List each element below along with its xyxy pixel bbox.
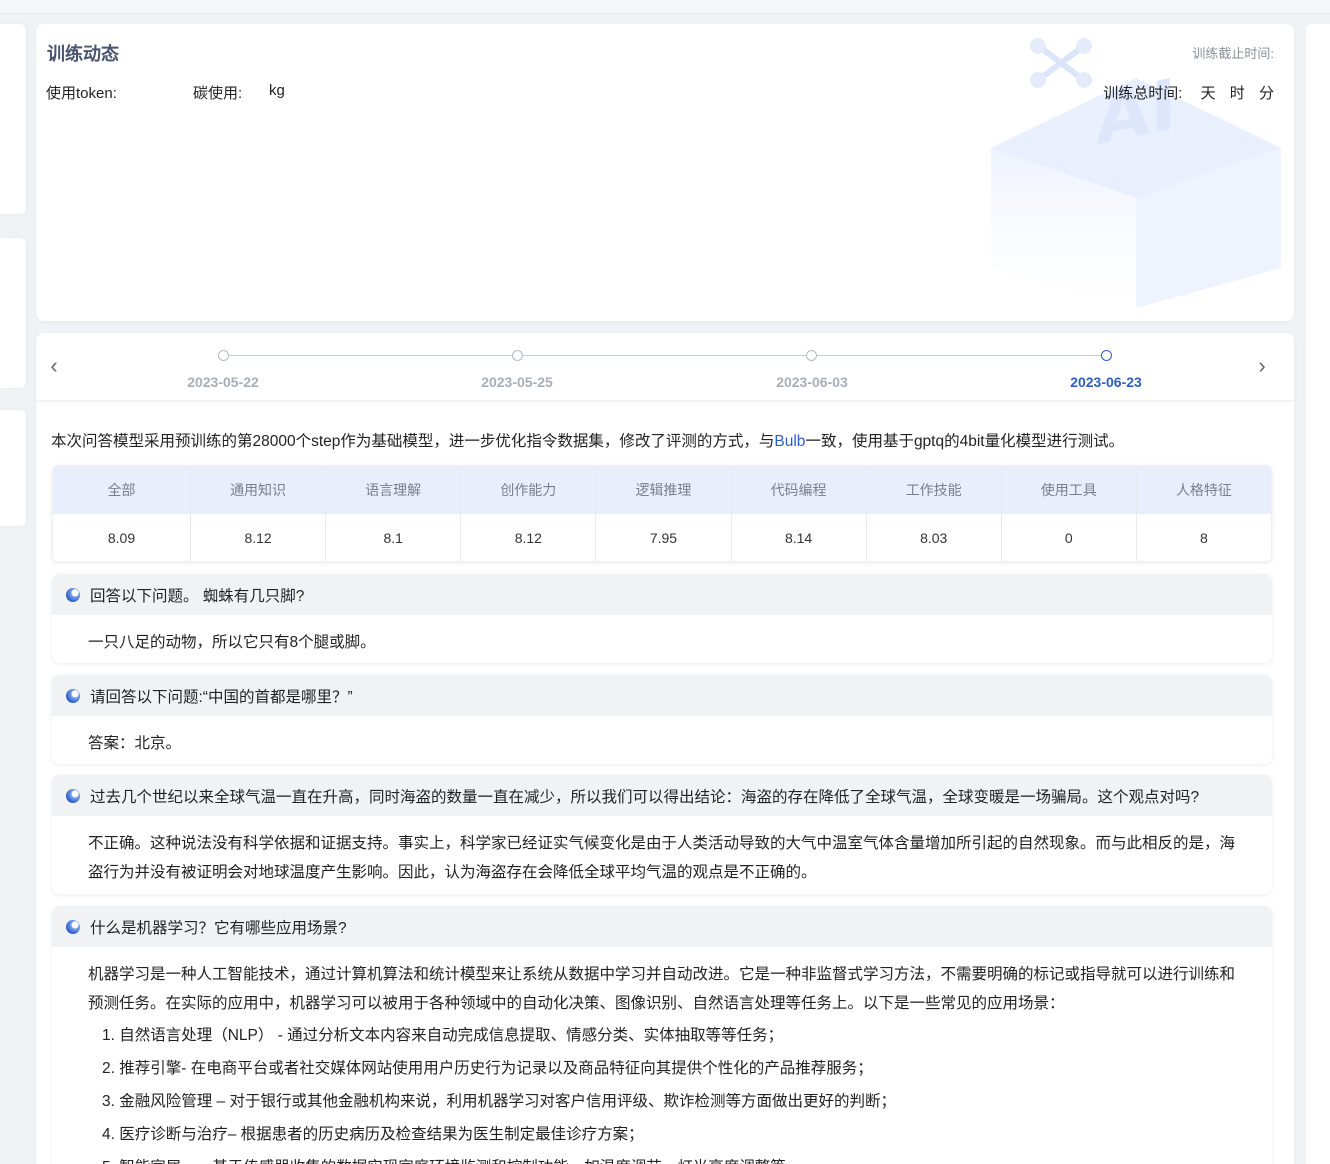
- score-value: 8.12: [461, 514, 597, 561]
- qa-item: 过去几个世纪以来全球气温一直在升高，同时海盗的数量一直在减少，所以我们可以得出结…: [52, 775, 1272, 894]
- list-item: 1. 自然语言处理（NLP） - 通过分析文本内容来自动完成信息提取、情感分类、…: [102, 1027, 784, 1044]
- qa-question: 过去几个世纪以来全球气温一直在升高，同时海盗的数量一直在减少，所以我们可以得出结…: [52, 775, 1272, 816]
- timeline-node[interactable]: [806, 350, 817, 361]
- chevron-right-icon[interactable]: ›: [1252, 353, 1272, 379]
- score-header: 逻辑推理: [596, 466, 732, 514]
- answer-text: 机器学习是一种人工智能技术，通过计算机算法和统计模型来让系统从数据中学习并自动改…: [88, 966, 1236, 1012]
- list-item: 3. 金融风险管理 – 对于银行或其他金融机构来说，利用机器学习对客户信用评级、…: [102, 1093, 896, 1110]
- score-header: 通用知识: [191, 466, 327, 514]
- score-value: 8: [1200, 530, 1208, 546]
- minute-unit: 分: [1258, 85, 1274, 102]
- score-header: 代码编程: [732, 466, 867, 514]
- score-value: 8.1: [326, 514, 462, 561]
- qa-answer: 机器学习是一种人工智能技术，通过计算机算法和统计模型来让系统从数据中学习并自动改…: [52, 947, 1272, 1164]
- qa-answer: 不正确。这种说法没有科学依据和证据支持。事实上，科学家已经证实气候变化是由于人类…: [88, 835, 1236, 881]
- token-usage-label: 使用token:: [46, 85, 117, 102]
- training-deadline-label: 训练截止时间:: [1192, 46, 1274, 61]
- hour-unit: 时: [1229, 85, 1245, 102]
- score-value: 8.14: [732, 514, 867, 561]
- timeline-node[interactable]: [512, 350, 523, 361]
- question-text: 过去几个世纪以来全球气温一直在升高，同时海盗的数量一直在减少，所以我们可以得出结…: [90, 788, 1200, 806]
- timeline-track: [223, 355, 1106, 356]
- right-sidebar-edge: [1306, 24, 1330, 1164]
- total-time-label: 训练总时间:: [1103, 85, 1183, 102]
- training-dynamics-card: AI 训练动态 训练截止时间: 使用token: 碳使用: kg 训练总时间: …: [36, 24, 1294, 321]
- score-table: 全部 通用知识 语言理解 创作能力 逻辑推理 代码编程 工作技能 使用工具 人格…: [52, 465, 1272, 562]
- list-item: 4. 医疗诊断与治疗– 根据患者的历史病历及检查结果为医生制定最佳诊疗方案；: [102, 1126, 644, 1143]
- qa-question: 什么是机器学习？它有哪些应用场景?: [52, 906, 1272, 947]
- evaluation-card: ‹ 2023-05-22 2023-05-25 2023-06-03 2023-…: [36, 333, 1294, 1164]
- left-sidebar-edge: [0, 24, 26, 1164]
- qa-question: 回答以下问题。 蜘蛛有几只脚?: [52, 574, 1272, 615]
- timeline-date-active[interactable]: 2023-06-23: [1036, 374, 1176, 390]
- chat-bubble-icon: [66, 788, 80, 803]
- model-description: 本次问答模型采用预训练的第28000个step作为基础模型，进一步优化指令数据集…: [51, 429, 1124, 451]
- score-value-row: 8.09 8.12 8.1 8.12 7.95 8.14 8.03 0 8: [53, 514, 1271, 561]
- top-bar: [0, 0, 1330, 14]
- qa-item: 回答以下问题。 蜘蛛有几只脚? 一只八足的动物，所以它只有8个腿或脚。: [52, 574, 1272, 663]
- score-value: 7.95: [596, 514, 732, 561]
- application-list: 1. 自然语言处理（NLP） - 通过分析文本内容来自动完成信息提取、情感分类、…: [88, 1019, 1236, 1164]
- question-text: 什么是机器学习？它有哪些应用场景?: [90, 919, 347, 937]
- description-text: 本次问答模型采用预训练的第28000个step作为基础模型，进一步优化指令数据集…: [51, 433, 775, 450]
- timeline-date[interactable]: 2023-05-25: [447, 374, 587, 390]
- score-value: 8.12: [191, 514, 327, 561]
- score-header-row: 全部 通用知识 语言理解 创作能力 逻辑推理 代码编程 工作技能 使用工具 人格…: [53, 466, 1271, 514]
- qa-item: 请回答以下问题:“中国的首都是哪里？” 答案：北京。: [52, 675, 1272, 764]
- score-value: 0: [1002, 514, 1137, 561]
- left-panel-segment: [0, 238, 26, 388]
- qa-answer: 答案：北京。: [88, 735, 182, 752]
- total-training-time: 训练总时间: 天 时 分: [1103, 82, 1274, 103]
- list-item: 2. 推荐引擎- 在电商平台或者社交媒体网站使用用户历史行为记录以及商品特征向其…: [102, 1060, 873, 1077]
- qa-answer: 一只八足的动物，所以它只有8个腿或脚。: [88, 634, 376, 651]
- score-header: 工作技能: [867, 466, 1002, 514]
- chevron-left-icon[interactable]: ‹: [44, 353, 64, 379]
- score-header: 语言理解: [326, 466, 462, 514]
- timeline-node[interactable]: [218, 350, 229, 361]
- question-text: 回答以下问题。 蜘蛛有几只脚?: [90, 587, 305, 605]
- left-panel-segment: [0, 410, 26, 526]
- qa-question: 请回答以下问题:“中国的首都是哪里？”: [52, 675, 1272, 716]
- score-header: 创作能力: [461, 466, 597, 514]
- svg-text:AI: AI: [1096, 62, 1176, 161]
- question-text: 请回答以下问题:“中国的首都是哪里？”: [90, 688, 353, 706]
- carbon-usage-label: 碳使用:: [193, 85, 243, 102]
- chat-bubble-icon: [66, 919, 80, 934]
- description-text: 一致，使用基于gptq的4bit量化模型进行测试。: [805, 433, 1125, 450]
- timeline-date[interactable]: 2023-06-03: [742, 374, 882, 390]
- score-value: 8.03: [867, 514, 1002, 561]
- chat-bubble-icon: [66, 688, 80, 703]
- timeline-date[interactable]: 2023-05-22: [153, 374, 293, 390]
- score-header: 全部: [53, 466, 191, 514]
- chat-bubble-icon: [66, 587, 80, 602]
- carbon-unit: kg: [269, 82, 285, 99]
- ai-watermark-graphic: AI: [991, 38, 1281, 308]
- score-value: 8.09: [53, 514, 191, 561]
- qa-item: 什么是机器学习？它有哪些应用场景? 机器学习是一种人工智能技术，通过计算机算法和…: [52, 906, 1272, 1164]
- bulb-link[interactable]: Bulb: [774, 433, 805, 450]
- timeline-node-active[interactable]: [1101, 350, 1112, 361]
- left-panel-segment: [0, 24, 26, 214]
- date-timeline: ‹ 2023-05-22 2023-05-25 2023-06-03 2023-…: [36, 333, 1294, 401]
- list-item: 5. 智能家居——基于传感器收集的数据实现家庭环境监测和控制功能，如温度调节、灯…: [88, 1151, 1236, 1164]
- training-dynamics-title: 训练动态: [47, 44, 119, 64]
- day-unit: 天: [1200, 85, 1216, 102]
- score-header: 人格特征: [1175, 482, 1232, 498]
- score-header: 使用工具: [1002, 466, 1137, 514]
